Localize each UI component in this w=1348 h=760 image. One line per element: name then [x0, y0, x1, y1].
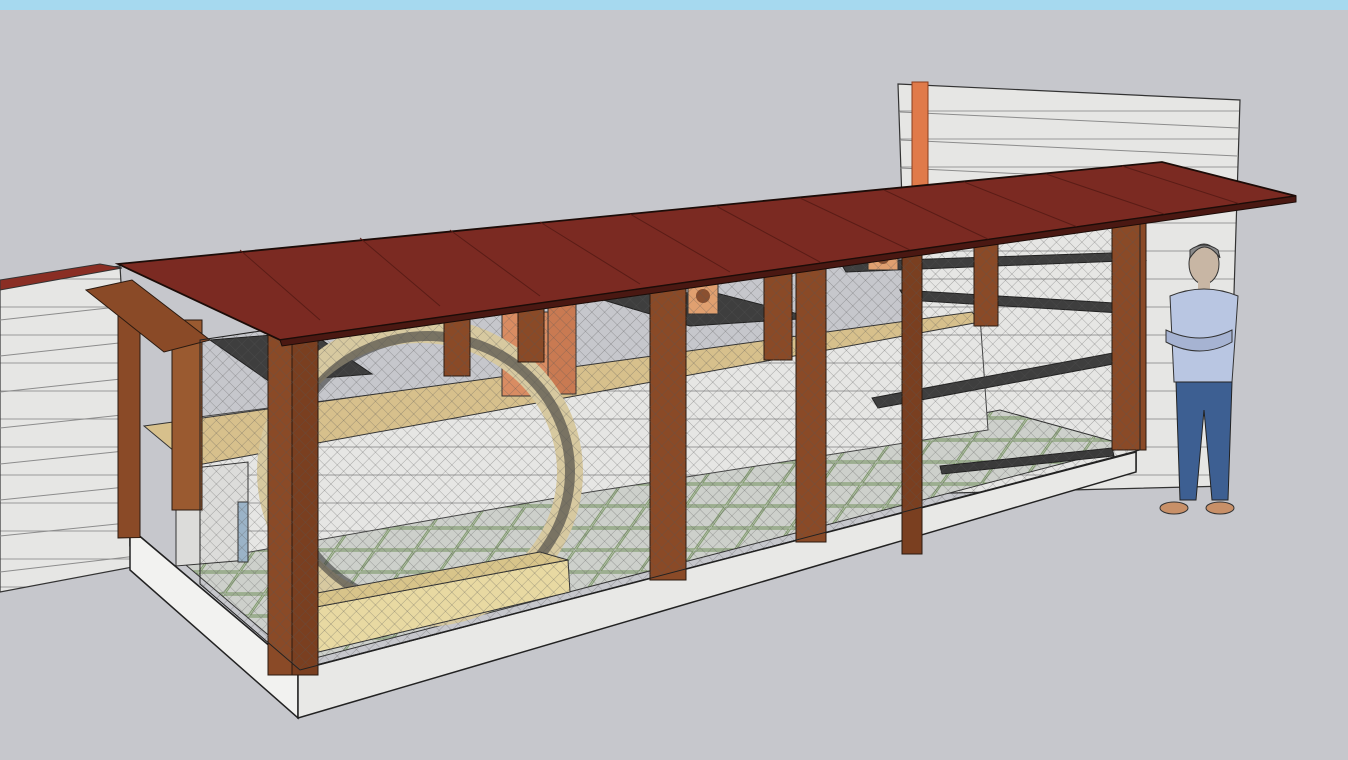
3d-viewport[interactable] — [0, 10, 1348, 760]
vent-pipe — [911, 81, 929, 193]
viewport-top-bar — [0, 0, 1348, 10]
3d-scene — [0, 81, 1297, 720]
